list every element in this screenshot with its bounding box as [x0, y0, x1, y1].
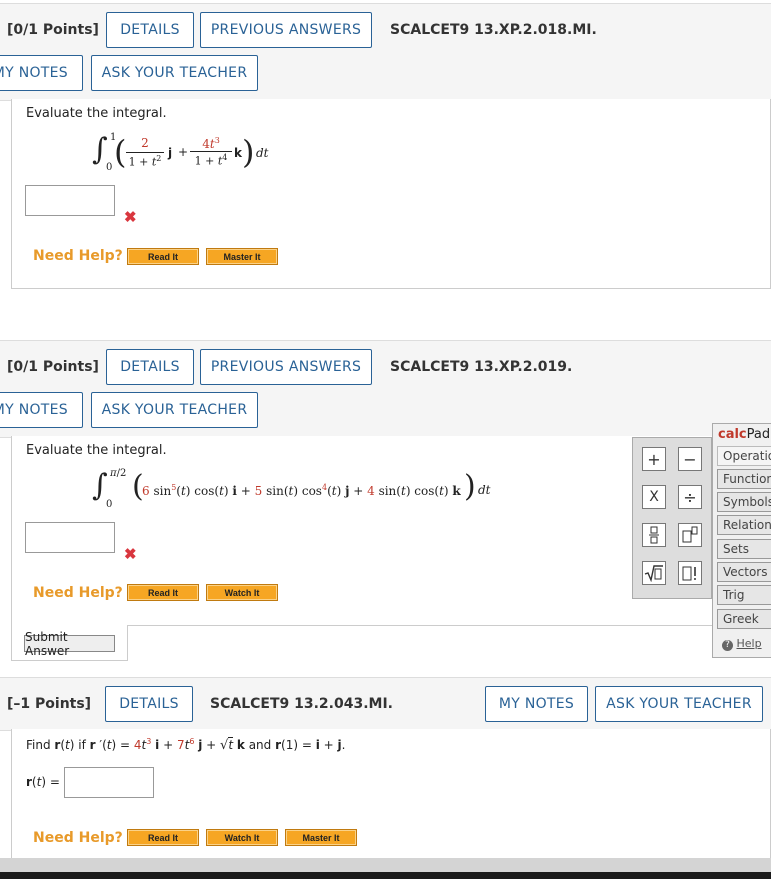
question-1-points: [0/1 Points] — [7, 22, 99, 38]
window-bottom-edge — [0, 872, 771, 879]
divide-key[interactable]: ÷ — [678, 485, 702, 509]
fraction-1: 2 1 + t2 — [126, 136, 164, 169]
read-it-button[interactable]: Read It — [127, 829, 199, 846]
calcpad-title: calcPad — [718, 427, 771, 442]
help-icon: ? — [722, 640, 733, 651]
need-help-label: Need Help? — [33, 830, 123, 846]
dt: dt — [478, 483, 491, 497]
incorrect-mark-icon: ✖ — [124, 209, 137, 226]
upper-limit: π/2 — [110, 468, 127, 479]
factorial-key[interactable] — [678, 561, 702, 585]
calcpad-tab-functions[interactable]: Functions — [717, 469, 771, 489]
calcpad-tab-symbols[interactable]: Symbols — [717, 492, 771, 512]
my-notes-button[interactable]: MY NOTES — [0, 55, 83, 91]
answer-input-1[interactable] — [25, 185, 115, 216]
right-paren: ) — [464, 469, 476, 504]
ask-your-teacher-button[interactable]: ASK YOUR TEACHER — [595, 686, 763, 722]
question-1-prompt: Evaluate the integral. — [26, 106, 167, 121]
read-it-button[interactable]: Read It — [127, 584, 199, 601]
watch-it-button[interactable]: Watch It — [206, 584, 278, 601]
question-3-prompt: Find r(t) if r ′(t) = 4t3 i + 7t6 j + √t… — [26, 737, 346, 753]
integrand: 6 sin5(t) cos(t) i + 5 sin(t) cos4(t) j … — [142, 483, 461, 498]
plus: + — [178, 145, 189, 159]
times-key[interactable]: X — [642, 485, 666, 509]
dt: dt — [256, 146, 269, 160]
details-button[interactable]: DETAILS — [105, 686, 193, 722]
ask-your-teacher-button[interactable]: ASK YOUR TEACHER — [91, 55, 258, 91]
ask-your-teacher-button[interactable]: ASK YOUR TEACHER — [91, 392, 258, 428]
my-notes-button[interactable]: MY NOTES — [0, 392, 83, 428]
left-paren: ( — [114, 133, 127, 171]
answer-input-3[interactable] — [64, 767, 154, 798]
master-it-button[interactable]: Master It — [285, 829, 357, 846]
question-1-code: SCALCET9 13.XP.2.018.MI. — [390, 22, 597, 38]
question-2-prompt: Evaluate the integral. — [26, 443, 167, 458]
question-1-body — [11, 99, 771, 289]
calcpad-tab-greek[interactable]: Greek — [717, 609, 771, 629]
integral-expression-2: ∫ π/2 0 ( 6 sin5(t) cos(t) i + 5 sin(t) … — [92, 468, 512, 510]
exponent-key[interactable] — [678, 523, 702, 547]
need-help-label: Need Help? — [33, 248, 123, 264]
right-paren: ) — [242, 133, 255, 171]
lower-limit: 0 — [106, 162, 113, 173]
fraction-key[interactable] — [642, 523, 666, 547]
minus-key[interactable]: − — [678, 447, 702, 471]
master-it-button[interactable]: Master It — [206, 248, 278, 265]
sqrt-key[interactable] — [642, 561, 666, 585]
question-2-code: SCALCET9 13.XP.2.019. — [390, 359, 573, 375]
unit-k: k — [234, 146, 242, 160]
question-3-points: [–1 Points] — [7, 696, 92, 712]
read-it-button[interactable]: Read It — [127, 248, 199, 265]
incorrect-mark-icon: ✖ — [124, 546, 137, 563]
horizontal-scrollbar[interactable] — [0, 858, 771, 872]
integral-expression-1: ∫ 1 0 ( 2 1 + t2 j + 4t3 1 + t4 k ) dt — [92, 132, 292, 174]
previous-answers-button[interactable]: PREVIOUS ANSWERS — [200, 349, 372, 385]
calcpad-tab-operations[interactable]: Operations — [717, 446, 771, 466]
answer-label: r(t) = — [26, 775, 60, 789]
answer-input-2[interactable] — [25, 522, 115, 553]
calcpad-tab-sets[interactable]: Sets — [717, 539, 771, 559]
calcpad-tab-relations[interactable]: Relations — [717, 515, 771, 535]
lower-limit: 0 — [106, 499, 113, 510]
question-2-points: [0/1 Points] — [7, 359, 99, 375]
fraction-2: 4t3 1 + t4 — [190, 136, 232, 168]
calcpad-tab-vectors[interactable]: Vectors — [717, 562, 771, 582]
plus-key[interactable]: + — [642, 447, 666, 471]
calcpad-tab-trig[interactable]: Trig — [717, 585, 771, 605]
need-help-label: Need Help? — [33, 585, 123, 601]
integral-sign: ∫ — [92, 468, 108, 503]
calcpad-help-link[interactable]: ? Help — [722, 637, 762, 651]
submit-answer-button[interactable]: Submit Answer — [24, 630, 115, 658]
question-3-code: SCALCET9 13.2.043.MI. — [210, 696, 393, 712]
details-button[interactable]: DETAILS — [106, 349, 194, 385]
my-notes-button[interactable]: MY NOTES — [485, 686, 588, 722]
details-button[interactable]: DETAILS — [106, 12, 194, 48]
previous-answers-button[interactable]: PREVIOUS ANSWERS — [200, 12, 372, 48]
unit-j: j — [168, 146, 173, 160]
watch-it-button[interactable]: Watch It — [206, 829, 278, 846]
